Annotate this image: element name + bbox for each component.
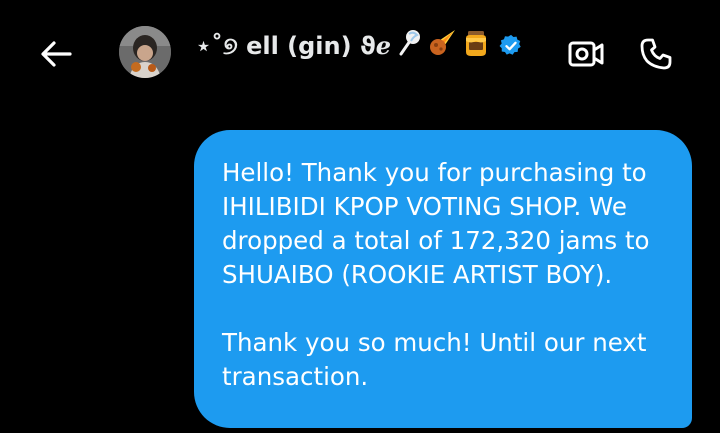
avatar[interactable] <box>119 26 171 78</box>
contact-name-row[interactable]: ⋆˚୭ ell (gin) ϑℯ <box>196 28 523 63</box>
phone-call-button[interactable] <box>634 32 678 76</box>
verified-badge-icon <box>499 34 523 58</box>
contact-name: ⋆˚୭ ell (gin) ϑℯ <box>196 31 392 60</box>
back-arrow-icon <box>41 41 72 67</box>
conversation-header: ⋆˚୭ ell (gin) ϑℯ <box>0 0 720 100</box>
honey-jar-icon <box>461 28 491 63</box>
comet-icon <box>427 28 457 63</box>
video-call-button[interactable] <box>564 34 608 74</box>
video-call-icon <box>568 41 604 67</box>
message-bubble[interactable]: Hello! Thank you for purchasing to IHILI… <box>194 130 692 428</box>
avatar-photo <box>119 26 171 78</box>
message-paragraph-1: Hello! Thank you for purchasing to IHILI… <box>222 158 650 289</box>
phone-call-icon <box>640 38 672 70</box>
lollipop-icon <box>395 28 423 63</box>
message-paragraph-2: Thank you so much! Until our next transa… <box>222 328 647 391</box>
back-button[interactable] <box>36 34 76 74</box>
